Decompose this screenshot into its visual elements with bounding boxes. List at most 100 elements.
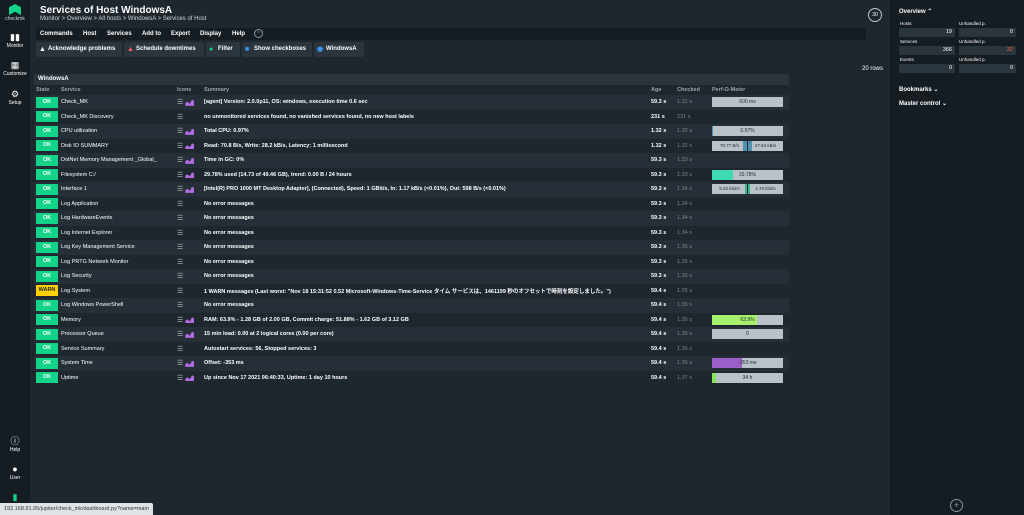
show-checkboxes-button[interactable]: ■ Show checkboxes (242, 42, 312, 57)
table-row[interactable]: OK Check_MK Discovery ☰ no unmonitored serv… (34, 109, 789, 124)
table-row[interactable]: OK Memory ☰ RAM: 63.9% - 1.28 GB of 2.00 GB… (34, 312, 789, 327)
perf-o-meter[interactable]: 70.77 B/s 27.64 kB/s (712, 140, 783, 151)
menu-icon[interactable]: ☰ (177, 215, 183, 222)
nav-customize[interactable]: ▦ Customize (0, 60, 30, 77)
perf-o-meter[interactable]: 63.9% (712, 314, 783, 325)
table-row[interactable]: OK Log Security ☰ No error messages 59.3 s 1.… (34, 269, 789, 284)
perf-o-meter[interactable]: 600 ms (712, 97, 783, 108)
events-count[interactable]: 0 (899, 64, 955, 73)
menu-host[interactable]: Host (83, 29, 96, 39)
services-unhandled-count[interactable]: 32 (959, 46, 1016, 55)
menu-icon[interactable]: ☰ (177, 186, 183, 193)
table-row[interactable]: OK Interface 1 ☰ [Intel(R) PRO 1000 MT Desk… (34, 182, 789, 197)
table-row[interactable]: OK Log Application ☰ No error messages 59.3 … (34, 196, 789, 211)
breadcrumb-monitor[interactable]: Monitor (40, 16, 60, 22)
table-row[interactable]: OK Log PRTG Network Monitor ☰ No error mess… (34, 254, 789, 269)
col-service[interactable]: Service (59, 85, 175, 95)
schedule-downtimes-button[interactable]: ▲ Schedule downtimes (124, 42, 204, 57)
nav-help[interactable]: ⓘ Help (0, 436, 30, 453)
breadcrumb-host[interactable]: WindowsA (128, 16, 156, 22)
graph-icon[interactable] (185, 186, 195, 193)
table-row[interactable]: OK System Time ☰ Offset: -353 ms 59.4 s 1.36 … (34, 356, 789, 371)
table-row[interactable]: OK CPU utilization ☰ Total CPU: 0.97% 1.32 s… (34, 124, 789, 139)
menu-icon[interactable]: ☰ (177, 172, 183, 179)
breadcrumb-all-hosts[interactable]: All hosts (98, 16, 121, 22)
menu-icon[interactable]: ☰ (177, 128, 183, 135)
nav-user[interactable]: ● User (0, 464, 30, 481)
service-name-link[interactable]: Log Application (59, 196, 175, 211)
service-name-link[interactable]: Log Key Management Service (59, 240, 175, 255)
service-name-link[interactable]: System Time (59, 356, 175, 371)
menu-icon[interactable]: ☰ (177, 230, 183, 237)
perf-o-meter[interactable]: 9.32 kbit/s 4.78 kbit/s (712, 184, 783, 195)
col-icons[interactable]: Icons (175, 85, 202, 95)
menu-icon[interactable]: ☰ (177, 99, 183, 106)
service-name-link[interactable]: CPU utilization (59, 124, 175, 139)
host-link-button[interactable]: ◉ WindowsA (314, 42, 364, 57)
col-perf[interactable]: Perf-O-Meter (710, 85, 789, 95)
nav-setup[interactable]: ⚙ Setup (0, 89, 30, 106)
service-name-link[interactable]: Memory (59, 312, 175, 327)
service-name-link[interactable]: Filesystem C:/ (59, 167, 175, 182)
service-name-link[interactable]: Log HardwareEvents (59, 211, 175, 226)
add-snapin-icon[interactable]: + (950, 499, 963, 512)
master-control-header[interactable]: Master control ⌄ (899, 100, 947, 107)
hosts-count[interactable]: 19 (899, 28, 955, 37)
menu-icon[interactable]: ☰ (177, 157, 183, 164)
table-row[interactable]: OK Log Windows PowerShell ☰ No error messag… (34, 298, 789, 313)
menu-icon[interactable]: ☰ (177, 302, 183, 309)
overview-header[interactable]: Overview ⌃ (899, 8, 932, 15)
table-row[interactable]: OK Service Summary ☰ Autostart services: 56… (34, 341, 789, 356)
table-row[interactable]: WARN Log System ☰ 1 WARN messages (Last wor… (34, 283, 789, 298)
table-row[interactable]: OK DotNet Memory Management _Global_ ☰ Time… (34, 153, 789, 168)
graph-icon[interactable] (185, 317, 195, 324)
service-name-link[interactable]: Log Windows PowerShell (59, 298, 175, 313)
menu-display[interactable]: Display (200, 29, 221, 39)
graph-icon[interactable] (185, 172, 195, 179)
graph-icon[interactable] (185, 143, 195, 150)
menu-commands[interactable]: Commands (40, 29, 73, 39)
services-count[interactable]: 366 (899, 46, 955, 55)
menu-icon[interactable]: ☰ (177, 360, 183, 367)
col-state[interactable]: State (34, 85, 59, 95)
nav-monitor[interactable]: ▮▮ Monitor (0, 32, 30, 49)
menu-icon[interactable]: ☰ (177, 273, 183, 280)
checkmk-logo[interactable]: checkmk (5, 4, 25, 22)
table-row[interactable]: OK Uptime ☰ Up since Nov 17 2021 06:40:33, … (34, 370, 789, 385)
events-unhandled-count[interactable]: 0 (959, 64, 1016, 73)
service-name-link[interactable]: DotNet Memory Management _Global_ (59, 153, 175, 168)
filter-button[interactable]: ● Filter (206, 42, 240, 57)
menu-add-to[interactable]: Add to (142, 29, 161, 39)
perf-o-meter[interactable]: 29.78% (712, 169, 783, 180)
acknowledge-problems-button[interactable]: ▲ Acknowledge problems (36, 42, 122, 57)
table-row[interactable]: OK Processor Queue ☰ 15 min load: 0.00 at 2… (34, 327, 789, 342)
table-row[interactable]: OK Disk IO SUMMARY ☰ Read: 70.8 B/s, Write:… (34, 138, 789, 153)
refresh-countdown[interactable]: 30 (868, 8, 882, 22)
graph-icon[interactable] (185, 360, 195, 367)
menu-services[interactable]: Services (107, 29, 132, 39)
menu-icon[interactable]: ☰ (177, 317, 183, 324)
col-summary[interactable]: Summary (202, 85, 649, 95)
service-name-link[interactable]: Disk IO SUMMARY (59, 138, 175, 153)
perf-o-meter[interactable]: 0 (712, 329, 783, 340)
menu-icon[interactable]: ☰ (177, 375, 183, 382)
service-name-link[interactable]: Processor Queue (59, 327, 175, 342)
menu-icon[interactable]: ☰ (177, 331, 183, 338)
col-checked[interactable]: Checked (675, 85, 710, 95)
col-age[interactable]: Age (649, 85, 675, 95)
perf-o-meter[interactable]: -353 ms (712, 358, 783, 369)
service-name-link[interactable]: Check_MK Discovery (59, 109, 175, 124)
sidebar-toggle[interactable]: ▮ (0, 492, 30, 503)
breadcrumb-services[interactable]: Services of Host (163, 16, 207, 22)
service-name-link[interactable]: Log Security (59, 269, 175, 284)
graph-icon[interactable] (185, 331, 195, 338)
service-name-link[interactable]: Log PRTG Network Monitor (59, 254, 175, 269)
table-row[interactable]: OK Log Key Management Service ☰ No error me… (34, 240, 789, 255)
service-name-link[interactable]: Log System (59, 283, 175, 298)
menu-icon[interactable]: ☰ (177, 114, 183, 121)
menu-icon[interactable]: ☰ (177, 201, 183, 208)
service-name-link[interactable]: Check_MK (59, 95, 175, 110)
breadcrumb-overview[interactable]: Overview (67, 16, 92, 22)
menu-export[interactable]: Export (171, 29, 190, 39)
graph-icon[interactable] (185, 157, 195, 164)
